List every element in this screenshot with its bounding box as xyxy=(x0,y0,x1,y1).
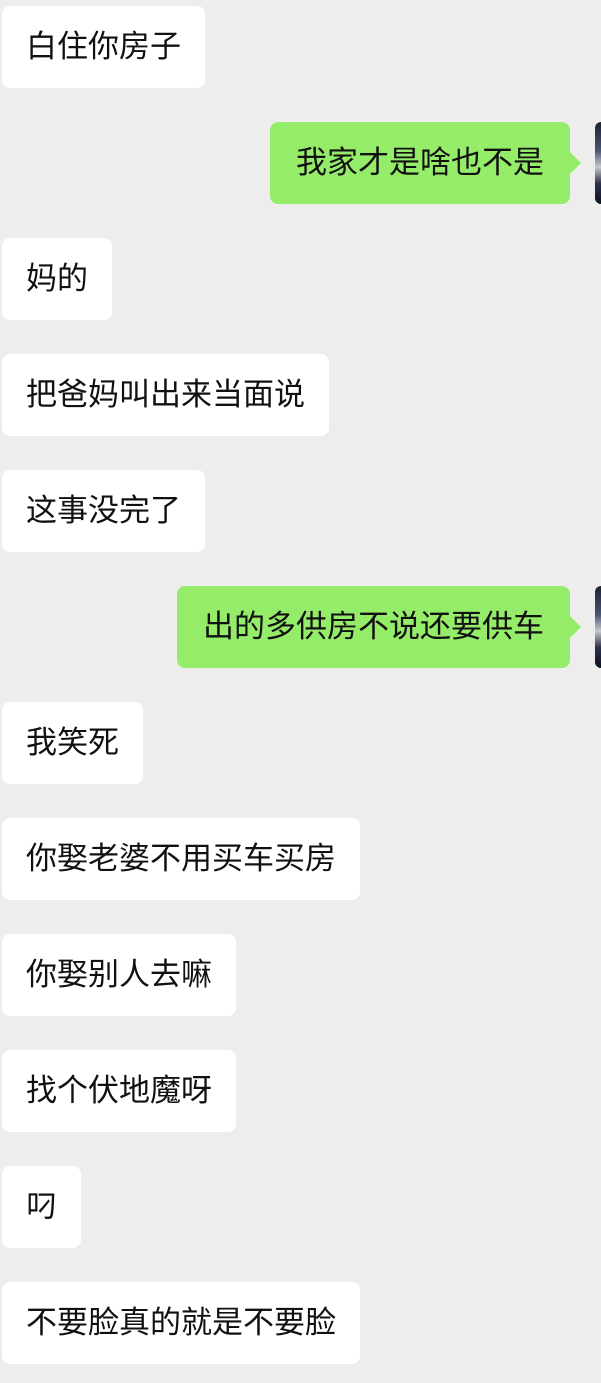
incoming-message-bubble[interactable]: 你娶别人去嘛 xyxy=(2,934,236,1016)
chat-area[interactable]: 白住你房子 我家才是啥也不是 妈的 把爸妈叫出来当面说 这事没完了 出的多供房不… xyxy=(0,0,601,1383)
incoming-message-bubble[interactable]: 不要脸真的就是不要脸 xyxy=(2,1282,360,1364)
outgoing-message-bubble[interactable]: 我家才是啥也不是 xyxy=(270,122,581,204)
incoming-message-bubble[interactable]: 叼 xyxy=(2,1166,81,1248)
message-row-incoming: 找个伏地魔呀 xyxy=(0,1050,601,1132)
message-row-incoming: 这事没完了 xyxy=(0,470,601,552)
incoming-message-bubble[interactable]: 找个伏地魔呀 xyxy=(2,1050,236,1132)
message-row-incoming: 你娶老婆不用买车买房 xyxy=(0,818,601,900)
message-row-incoming: 妈的 xyxy=(0,238,601,320)
incoming-message-bubble[interactable]: 你娶老婆不用买车买房 xyxy=(2,818,360,900)
message-row-outgoing: 我家才是啥也不是 xyxy=(0,122,601,204)
message-row-incoming: 叼 xyxy=(0,1166,601,1248)
incoming-message-bubble[interactable]: 妈的 xyxy=(2,238,112,320)
user-avatar[interactable] xyxy=(595,122,601,204)
message-row-incoming: 白住你房子 xyxy=(0,6,601,88)
incoming-message-bubble[interactable]: 白住你房子 xyxy=(2,6,205,88)
incoming-message-bubble[interactable]: 我笑死 xyxy=(2,702,143,784)
incoming-message-bubble[interactable]: 把爸妈叫出来当面说 xyxy=(2,354,329,436)
user-avatar[interactable] xyxy=(595,586,601,668)
message-row-incoming: 把爸妈叫出来当面说 xyxy=(0,354,601,436)
message-row-incoming: 我笑死 xyxy=(0,702,601,784)
message-row-incoming: 不要脸真的就是不要脸 xyxy=(0,1282,601,1364)
message-row-outgoing: 出的多供房不说还要供车 xyxy=(0,586,601,668)
message-row-incoming: 你娶别人去嘛 xyxy=(0,934,601,1016)
incoming-message-bubble[interactable]: 这事没完了 xyxy=(2,470,205,552)
outgoing-message-bubble[interactable]: 出的多供房不说还要供车 xyxy=(177,586,581,668)
